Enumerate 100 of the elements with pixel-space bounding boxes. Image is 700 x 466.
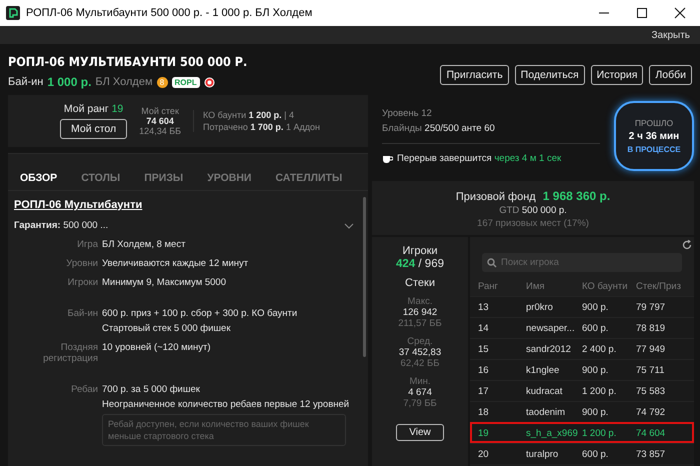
table-cell-text: pr0kro [526, 302, 554, 312]
table-cell-text: 74 604 [636, 428, 666, 438]
level-text: Уровень 12 [382, 108, 433, 119]
header-button[interactable]: История [590, 65, 644, 85]
table-cell-text: 600 р. [582, 322, 610, 334]
table-cell-text: 75 711 [636, 364, 666, 376]
player-row[interactable]: 17 kudracat 1 200 р. 75 583 [470, 380, 694, 401]
table-cell-text: 13 [478, 302, 490, 312]
table-cell-text: 79 797 [636, 302, 666, 312]
tab[interactable]: САТЕЛЛИТЫ [269, 172, 348, 184]
stack-stat-bb: 62,42 ББ [400, 358, 440, 369]
table-cell-text: 2 400 р. [582, 344, 618, 354]
info-label: Уровни [65, 258, 98, 269]
my-table-button[interactable]: Мой стол [60, 119, 128, 139]
header-button[interactable]: Лобби [649, 65, 692, 85]
buyin-label: Бай-ин [8, 76, 44, 88]
tab[interactable]: СТОЛЫ [75, 172, 126, 184]
table-cell-text: kudracat [526, 386, 564, 396]
tab[interactable]: УРОВНИ [201, 172, 258, 184]
column-header[interactable]: Стек/Приз [636, 280, 694, 292]
table-cell-text: 74 792 [636, 406, 666, 418]
column-header[interactable]: Ранг [478, 280, 526, 292]
column-header[interactable]: КО баунти [582, 280, 636, 292]
player-row[interactable]: 16 k1nglee 900 р. 75 711 [470, 359, 694, 380]
stack-stat-value: 37 452,83 [398, 347, 442, 358]
stack-bb: 124,34 ББ [139, 126, 182, 136]
player-row[interactable]: 18 taodenim 900 р. 74 792 [470, 401, 694, 422]
tournament-title: РОПЛ-06 МУЛЬТИБАУНТИ 500 000 Р. [8, 54, 248, 69]
stack-stat-value: 126 942 [402, 307, 438, 318]
stack-stat-label: Мин. [409, 376, 431, 387]
table-cell-text: 73 857 [636, 448, 666, 460]
info-label: Бай-ин [66, 308, 98, 321]
table-cell-text: 14 [478, 322, 490, 334]
stack-stat-bb: 7,79 ББ [403, 398, 437, 409]
app-logo-icon [6, 6, 20, 20]
table-cell-text: 77 949 [636, 344, 666, 354]
overview-title: РОПЛ-06 Мультибаунти [14, 199, 144, 211]
info-value: Минимум 9, Максимум 5000 [102, 277, 227, 288]
table-cell-text: sandr2012 [526, 344, 572, 354]
info-value: 700 р. за 5 000 фишек [102, 384, 201, 395]
info-value: Стартовый стек 5 000 фишек [102, 323, 232, 334]
guarantee-text: Гарантия: 500 000 ... [14, 220, 108, 231]
table-cell-text: 900 р. [582, 302, 610, 312]
break-text: Перерыв завершится через 4 м 1 сек [397, 153, 562, 164]
table-cell-text: 17 [478, 386, 490, 396]
stacks-title: Стеки [405, 277, 435, 289]
close-icon[interactable] [674, 7, 686, 19]
my-rank: Мой ранг 19 [64, 103, 124, 115]
scrollbar[interactable] [363, 197, 366, 357]
table-cell-text: newsaper... [526, 322, 576, 334]
spent-line: Потрачено 1 700 р. 1 Аддон [203, 122, 320, 132]
stack-stat-label: Сред. [407, 336, 433, 347]
rebuy-note: Ребай доступен, если количество ваших фишек меньше стартового стека [102, 414, 346, 446]
coin-badge: 8 [156, 76, 168, 88]
info-value: Неограниченное количество ребаев первые 12 уровней [102, 399, 350, 410]
table-cell-text: 15 [478, 344, 490, 354]
players-count: 424 / 969 [396, 258, 444, 270]
info-label: Игроки [66, 277, 98, 288]
info-label: Ребаи [70, 384, 98, 397]
table-cell-text: 75 583 [636, 386, 666, 396]
blinds-text: Блайнды 250/500 анте 60 [382, 123, 496, 134]
elapsed-clock: ПРОШЛО 2 ч 36 мин В ПРОЦЕССЕ [614, 101, 694, 171]
table-cell-text: turalpro [526, 448, 560, 460]
player-row[interactable]: 20 turalpro 600 р. 73 857 [470, 443, 694, 464]
column-header[interactable]: Имя [526, 280, 582, 292]
header-button[interactable]: Поделиться [514, 65, 585, 85]
player-row[interactable]: 14 newsaper... 600 р. 78 819 [470, 317, 694, 338]
player-row[interactable]: 13 pr0kro 900 р. 79 797 [470, 296, 694, 317]
maximize-icon[interactable] [636, 7, 648, 19]
ko-bounty-line: КО баунти 1 200 р. | 4 [203, 110, 296, 120]
table-cell-text: 16 [478, 364, 490, 376]
close-button[interactable]: Закрыть [651, 30, 690, 40]
stack-stat-label: Макс. [408, 296, 432, 307]
table-cell-text: 600 р. [582, 448, 610, 460]
player-row[interactable]: 15 sandr2012 2 400 р. 77 949 [470, 338, 694, 359]
chevron-down-icon[interactable] [344, 222, 354, 228]
buyin-value: 1 000 р. [47, 75, 92, 89]
info-value: 10 уровней (~120 минут) [102, 342, 212, 353]
tab[interactable]: ПРИЗЫ [138, 172, 190, 184]
stack-value: 74 604 [146, 116, 174, 126]
window-title: РОПЛ-06 Мультибаунти 500 000 р. - 1 000 р. БЛ Холдем [26, 7, 314, 19]
search-field[interactable]: Поиск игрока [482, 253, 682, 272]
header-button[interactable]: Пригласить [440, 65, 509, 85]
player-row[interactable]: 19 s_h_a_x969 1 200 р. 74 604 [470, 422, 694, 443]
coffee-cup-icon [382, 154, 393, 164]
tab[interactable]: ОБЗОР [14, 172, 64, 184]
info-label: Поздняя регистрация [42, 342, 98, 364]
stack-label: Мой стек [141, 106, 179, 116]
table-cell-text: k1nglee [526, 364, 560, 376]
info-value: Увеличиваются каждые 12 минут [102, 258, 250, 269]
table-cell-text: 78 819 [636, 322, 666, 334]
info-value: БЛ Холдем, 8 мест [102, 239, 186, 250]
prize-places: 167 призовых мест (17%) [477, 218, 589, 229]
view-button[interactable]: View [396, 424, 444, 441]
table-cell-text: 18 [478, 406, 490, 418]
tag-badge: ROPL [172, 76, 200, 88]
stack-stat-value: 4 674 [408, 387, 432, 398]
info-label: Игра [76, 239, 98, 250]
table-cell-text: 20 [478, 448, 490, 460]
refresh-icon[interactable] [682, 240, 692, 250]
